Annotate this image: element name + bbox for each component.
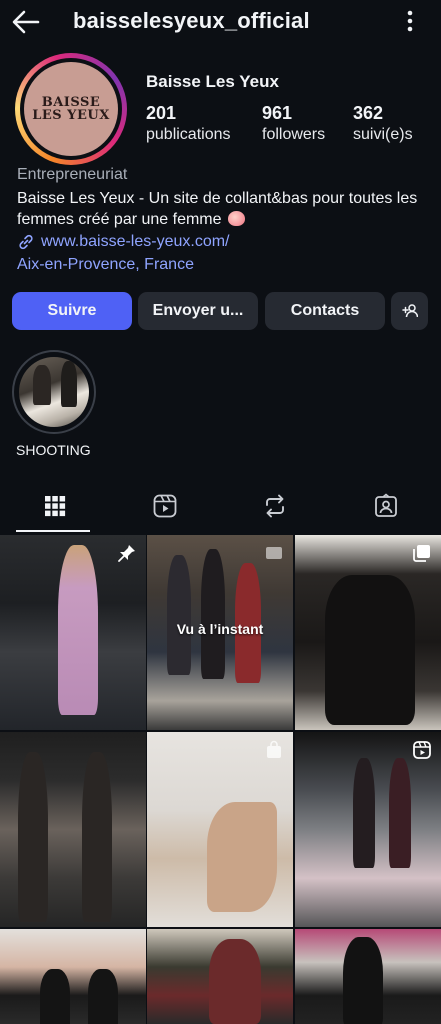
post-thumbnail[interactable]	[0, 535, 146, 730]
stat-label: publications	[146, 126, 231, 143]
profile-username: baisselesyeux_official	[73, 8, 310, 33]
highlight-cover-image	[19, 357, 89, 427]
profile-location[interactable]: Aix-en-Provence, France	[17, 256, 194, 274]
profile-avatar-story-ring[interactable]: BAISSE LES YEUX	[15, 53, 127, 165]
top-bar: baisselesyeux_official	[0, 0, 441, 44]
message-button[interactable]: Envoyer u...	[138, 292, 258, 330]
stat-label: suivi(e)s	[353, 126, 413, 143]
stat-value: 362	[353, 103, 384, 123]
post-thumbnail[interactable]	[295, 535, 441, 730]
profile-category: Entrepreneuriat	[17, 166, 128, 183]
stat-value: 961	[262, 103, 293, 123]
stat-followers[interactable]: 961 followers	[262, 102, 325, 146]
carousel-icon	[413, 545, 430, 562]
post-thumbnail[interactable]	[295, 929, 441, 1024]
stat-label: followers	[262, 126, 326, 143]
highlight-shooting[interactable]	[12, 350, 96, 434]
profile-link[interactable]: www.baisse-les-yeux.com/	[17, 233, 230, 251]
stat-following[interactable]: 362 suivi(e)s	[353, 102, 413, 146]
bio-text: Baisse Les Yeux - Un site de collant&bas…	[17, 190, 418, 228]
tagged-icon	[375, 493, 397, 517]
active-tab-indicator	[16, 530, 90, 532]
video-icon	[266, 547, 282, 559]
post-thumbnail[interactable]: Vu à l’instant	[147, 535, 293, 730]
link-icon	[19, 234, 33, 250]
tab-reposts[interactable]	[220, 480, 330, 532]
repost-icon	[266, 494, 284, 518]
post-caption-overlay: Vu à l’instant	[176, 621, 264, 637]
tab-tagged[interactable]	[331, 480, 441, 532]
display-name: Baisse Les Yeux	[146, 72, 279, 91]
post-thumbnail[interactable]	[295, 732, 441, 927]
stat-value: 201	[146, 103, 177, 123]
avatar-logo-line2: LES YEUX	[32, 108, 110, 123]
follow-button[interactable]: Suivre	[12, 292, 132, 330]
tab-posts-grid[interactable]	[0, 480, 110, 532]
shopping-bag-icon	[267, 740, 281, 758]
post-thumbnail[interactable]	[147, 732, 293, 927]
profile-tabs	[0, 480, 441, 532]
add-user-icon	[401, 304, 418, 318]
contacts-button[interactable]: Contacts	[265, 292, 385, 330]
post-thumbnail[interactable]	[0, 929, 146, 1024]
reel-icon	[413, 741, 431, 759]
arrow-left-icon[interactable]	[10, 8, 42, 36]
grid-icon	[45, 496, 66, 517]
add-user-button[interactable]	[391, 292, 428, 330]
profile-bio: Baisse Les Yeux - Un site de collant&bas…	[17, 188, 427, 230]
more-vertical-icon[interactable]	[407, 10, 413, 32]
profile-link-text[interactable]: www.baisse-les-yeux.com/	[41, 233, 230, 251]
avatar: BAISSE LES YEUX	[24, 62, 118, 156]
stat-publications[interactable]: 201 publications	[146, 102, 231, 146]
peach-emoji-icon	[227, 211, 245, 226]
post-thumbnail[interactable]	[0, 732, 146, 927]
highlight-label: SHOOTING	[16, 442, 91, 458]
reels-icon	[153, 494, 177, 518]
post-thumbnail[interactable]	[147, 929, 293, 1024]
tab-reels[interactable]	[110, 480, 220, 532]
pin-icon	[118, 545, 135, 562]
